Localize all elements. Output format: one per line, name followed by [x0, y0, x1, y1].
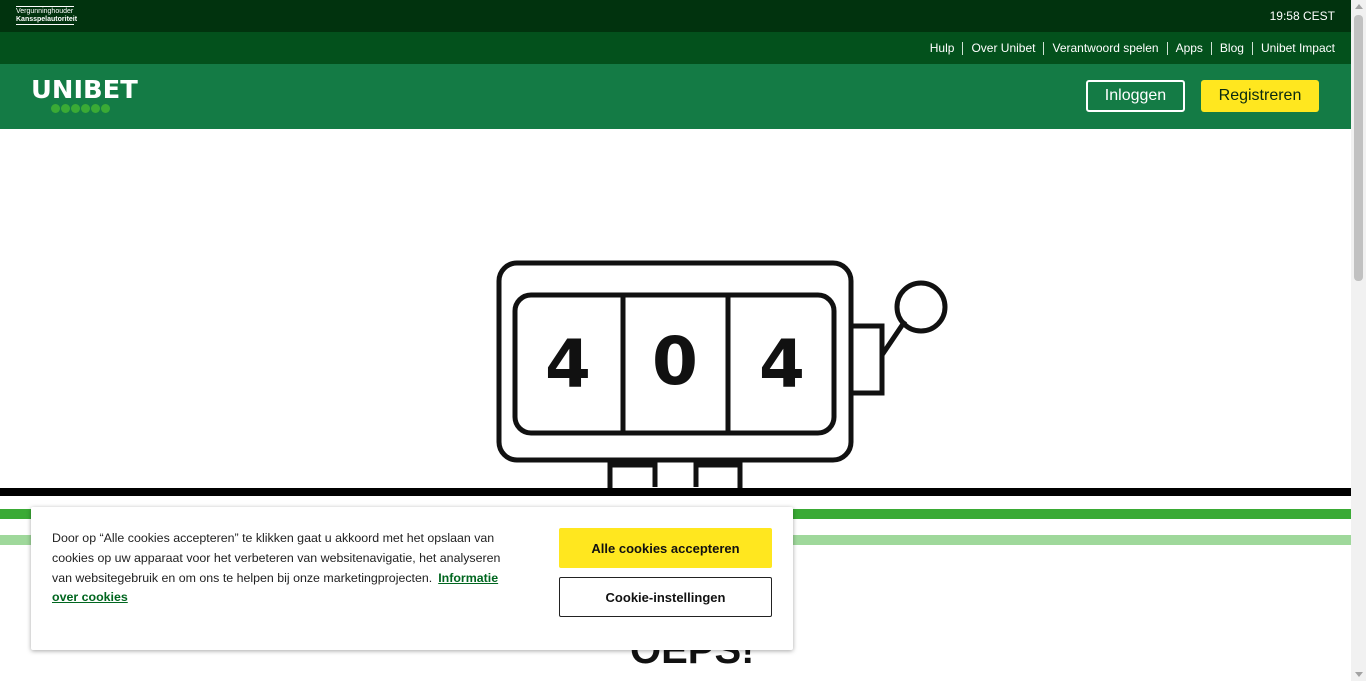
nav-link-apps[interactable]: Apps: [1176, 41, 1203, 55]
floor-line-black: [0, 488, 1351, 496]
nav-divider: [1251, 41, 1253, 55]
nav-link-unibet-impact[interactable]: Unibet Impact: [1261, 41, 1335, 55]
scrollbar-thumb[interactable]: [1354, 15, 1363, 281]
logo-dots: [51, 104, 110, 113]
scroll-down-arrow-icon[interactable]: [1355, 672, 1363, 677]
unibet-logo[interactable]: UNIBET: [31, 75, 138, 117]
cookie-settings-button[interactable]: Cookie-instellingen: [559, 577, 772, 617]
clock: 19:58 CEST: [1269, 9, 1335, 23]
nav-link-verantwoord-spelen[interactable]: Verantwoord spelen: [1052, 41, 1158, 55]
reel-digit-left: 4: [545, 326, 591, 403]
nav-divider: [962, 41, 964, 55]
nav-link-over-unibet[interactable]: Over Unibet: [971, 41, 1035, 55]
vertical-scrollbar[interactable]: [1351, 0, 1366, 681]
nav-link-hulp[interactable]: Hulp: [930, 41, 955, 55]
reel-digit-right: 4: [759, 326, 805, 403]
nav-divider: [1210, 41, 1212, 55]
login-button[interactable]: Inloggen: [1086, 80, 1185, 112]
register-button[interactable]: Registreren: [1201, 80, 1319, 112]
cookie-banner: Door op “Alle cookies accepteren” te kli…: [31, 507, 793, 650]
license-line-1: Vergunninghouder: [16, 8, 74, 15]
secondary-nav-links: Hulp Over Unibet Verantwoord spelen Apps…: [930, 41, 1335, 55]
license-line-2: Kansspelautoriteit: [16, 16, 78, 23]
nav-link-blog[interactable]: Blog: [1220, 41, 1244, 55]
slot-machine-illustration: 4 0 4: [496, 260, 948, 496]
accept-all-cookies-button[interactable]: Alle cookies accepteren: [559, 528, 772, 568]
main-header: UNIBET Inloggen Registreren: [0, 64, 1351, 129]
license-bar: Vergunninghouder Kansspelautoriteit 19:5…: [0, 0, 1351, 32]
nav-divider: [1166, 41, 1168, 55]
page: Vergunninghouder Kansspelautoriteit 19:5…: [0, 0, 1366, 681]
cookie-message-text: Door op “Alle cookies accepteren” te kli…: [52, 531, 501, 585]
nav-divider: [1043, 41, 1045, 55]
secondary-nav: Hulp Over Unibet Verantwoord spelen Apps…: [0, 32, 1351, 64]
ksa-license-badge[interactable]: Vergunninghouder Kansspelautoriteit: [16, 6, 78, 25]
cookie-message: Door op “Alle cookies accepteren” te kli…: [52, 529, 522, 608]
reel-digit-middle: 0: [652, 323, 698, 400]
scroll-up-arrow-icon[interactable]: [1355, 4, 1363, 9]
logo-wordmark: UNIBET: [31, 75, 138, 104]
